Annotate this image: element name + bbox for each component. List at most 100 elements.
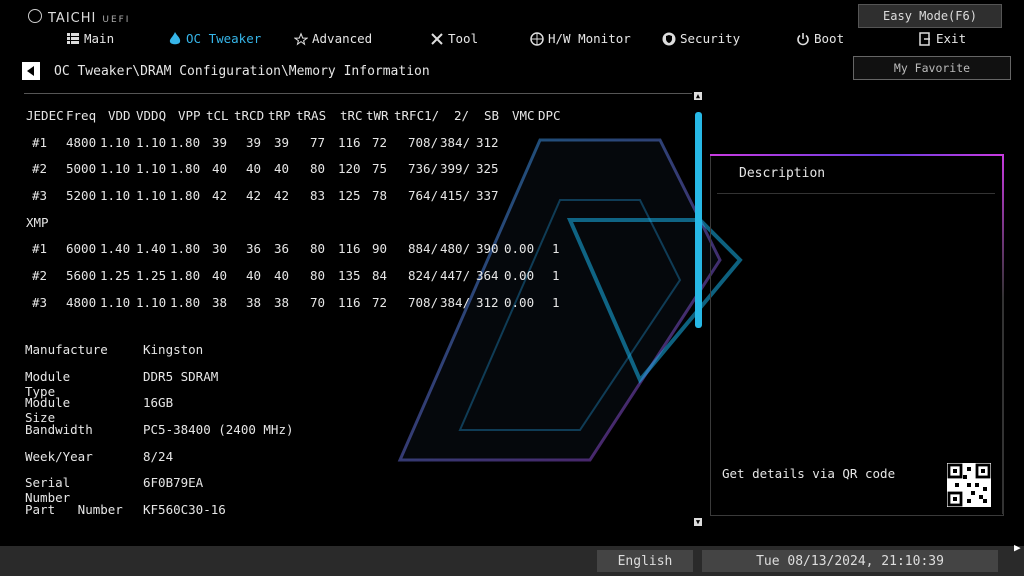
cell-trp: 40 xyxy=(274,161,290,177)
cell-trfc1: 764/ xyxy=(408,188,439,204)
cell-trfc2: 384/ xyxy=(440,294,471,310)
cell-trp: 40 xyxy=(274,268,290,284)
breadcrumb-path: OC Tweaker\DRAM Configuration\Memory Inf… xyxy=(54,63,430,79)
cell-profile: #1 xyxy=(32,241,48,257)
cell-vdd: 1.25 xyxy=(100,268,131,284)
cell-freq: 5000 xyxy=(66,161,97,177)
header-trp: tRP xyxy=(268,108,291,123)
cell-profile: #2 xyxy=(32,161,48,177)
scroll-down-icon[interactable]: ▼ xyxy=(694,518,702,526)
cell-vmc: 0.00 xyxy=(504,268,535,284)
tab-tool[interactable]: Tool xyxy=(430,31,478,46)
info-value: DDR5 SDRAM xyxy=(143,368,219,384)
status-bar: English Tue 08/13/2024, 21:10:39 xyxy=(0,546,1024,576)
cell-twr: 90 xyxy=(372,241,388,257)
scrollbar-thumb[interactable] xyxy=(695,112,702,328)
tab-exit[interactable]: Exit xyxy=(918,31,966,46)
header-vpp: VPP xyxy=(178,108,201,123)
breadcrumb: OC Tweaker\DRAM Configuration\Memory Inf… xyxy=(22,62,430,80)
header-vdd: VDD xyxy=(108,108,131,123)
cell-vddq: 1.25 xyxy=(136,268,167,284)
cell-sb: 390 xyxy=(476,241,499,257)
tab-oc-tweaker[interactable]: OC Tweaker xyxy=(168,31,261,46)
cell-profile: #3 xyxy=(32,294,48,310)
cell-vdd: 1.40 xyxy=(100,241,131,257)
xmp-label: XMP xyxy=(26,214,49,230)
cell-dpc: 1 xyxy=(552,294,560,310)
cell-tras: 80 xyxy=(310,241,326,257)
tab-exit-label: Exit xyxy=(936,31,967,46)
cell-vddq: 1.10 xyxy=(136,134,167,150)
cell-trc: 116 xyxy=(338,134,361,150)
list-icon xyxy=(66,32,80,46)
info-value: Kingston xyxy=(143,342,204,357)
cell-sb: 312 xyxy=(476,294,499,310)
flame-icon xyxy=(168,31,182,46)
scroll-up-icon[interactable]: ▲ xyxy=(694,92,702,100)
info-label: Manufacture xyxy=(25,342,108,357)
header-tras: tRAS xyxy=(296,108,327,123)
brand-logo: TAICHI UEFI xyxy=(28,8,130,26)
tools-icon xyxy=(430,32,444,46)
tab-main[interactable]: Main xyxy=(66,31,114,46)
header-vmc: VMC xyxy=(512,108,535,123)
info-value: 6F0B79EA xyxy=(143,475,204,491)
tab-advanced[interactable]: Advanced xyxy=(294,31,372,46)
cell-tcl: 40 xyxy=(212,268,228,284)
tab-boot-label: Boot xyxy=(814,31,845,46)
easy-mode-button[interactable]: Easy Mode(F6) xyxy=(858,4,1002,28)
tab-hw-monitor[interactable]: H/W Monitor xyxy=(530,31,631,46)
cell-vpp: 1.80 xyxy=(170,241,201,257)
cell-vmc: 0.00 xyxy=(504,241,535,257)
cell-vdd: 1.10 xyxy=(100,161,131,177)
info-value: 8/24 xyxy=(143,448,174,464)
description-panel: Description Get details via QR code xyxy=(710,154,1004,516)
cell-vpp: 1.80 xyxy=(170,161,201,177)
cell-trfc1: 884/ xyxy=(408,241,439,257)
back-button[interactable] xyxy=(22,62,40,80)
header-tcl: tCL xyxy=(206,108,229,123)
cell-profile: #2 xyxy=(32,268,48,284)
cell-trfc1: 708/ xyxy=(408,134,439,150)
cell-profile: #3 xyxy=(32,188,48,204)
tab-tool-label: Tool xyxy=(448,31,479,46)
info-label: Bandwidth xyxy=(25,422,93,438)
shield-icon xyxy=(662,32,676,46)
cell-vdd: 1.10 xyxy=(100,134,131,150)
language-button[interactable]: English xyxy=(597,550,693,572)
tab-hw-monitor-label: H/W Monitor xyxy=(548,31,631,46)
tab-security[interactable]: Security xyxy=(662,31,740,46)
cell-trcd: 39 xyxy=(246,134,262,150)
cell-twr: 75 xyxy=(372,161,388,177)
cell-tcl: 39 xyxy=(212,134,228,150)
cell-trcd: 42 xyxy=(246,188,262,204)
cell-trc: 116 xyxy=(338,294,361,310)
cell-freq: 4800 xyxy=(66,134,97,150)
scrollbar[interactable]: ▲ ▼ xyxy=(692,92,704,526)
my-favorite-button[interactable]: My Favorite xyxy=(853,56,1011,80)
cell-tcl: 42 xyxy=(212,188,228,204)
header-vddq: VDDQ xyxy=(136,108,167,123)
qr-hint-text: Get details via QR code xyxy=(722,466,896,481)
cell-trcd: 38 xyxy=(246,294,262,310)
cell-trc: 125 xyxy=(338,188,361,204)
cell-dpc: 1 xyxy=(552,268,560,284)
cell-trc: 116 xyxy=(338,241,361,257)
description-divider xyxy=(717,193,995,194)
header-trcd: tRCD xyxy=(234,108,265,123)
tab-boot[interactable]: Boot xyxy=(796,31,844,46)
cell-vdd: 1.10 xyxy=(100,188,131,204)
cell-trp: 39 xyxy=(274,134,290,150)
tab-security-label: Security xyxy=(680,31,741,46)
header-dpc: DPC xyxy=(538,108,561,123)
exit-icon xyxy=(918,31,932,46)
description-title: Description xyxy=(739,166,826,181)
info-value: 16GB xyxy=(143,395,174,411)
qr-code-icon[interactable] xyxy=(947,463,991,507)
cell-vmc: 0.00 xyxy=(504,294,535,310)
cell-freq: 5200 xyxy=(66,188,97,204)
cell-vpp: 1.80 xyxy=(170,188,201,204)
cell-vdd: 1.10 xyxy=(100,294,131,310)
cell-vpp: 1.80 xyxy=(170,268,201,284)
mouse-cursor-icon: ▶ xyxy=(1014,541,1021,554)
